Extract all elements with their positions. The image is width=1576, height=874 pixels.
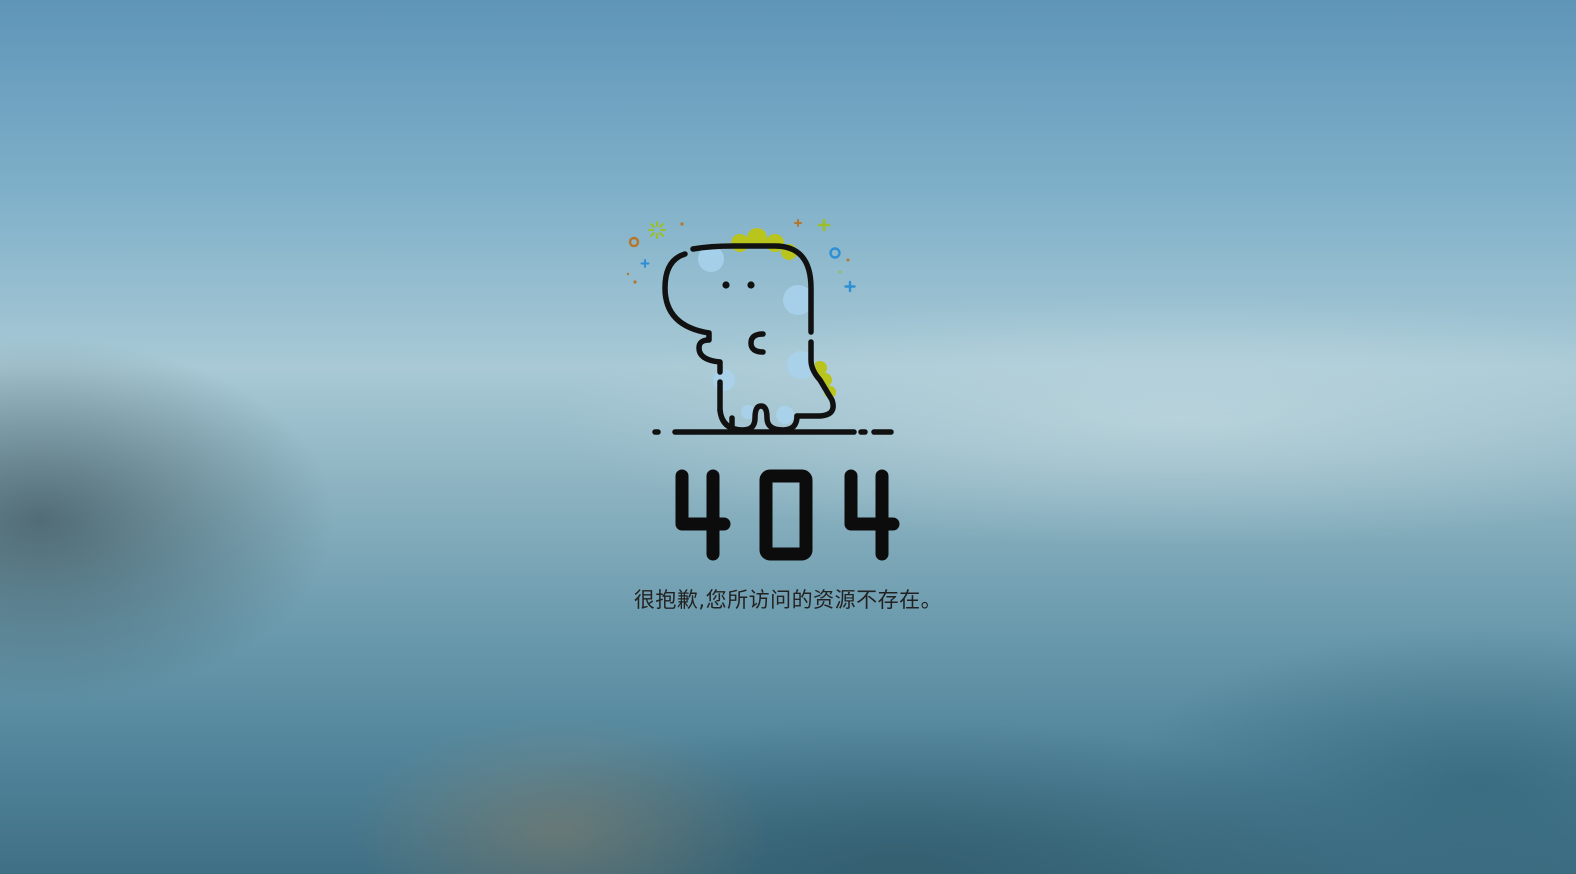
dinosaur-outline [652,243,894,435]
error-code: 404 [0,462,1576,576]
sparkle-icons [626,218,856,293]
error-page: 404 很抱歉,您所访问的资源不存在。 [0,0,1576,874]
spikes [731,228,836,398]
error-message: 很抱歉,您所访问的资源不存在。 [633,588,943,612]
dinosaur-eyes [722,281,755,289]
error-code-digits: 404 [675,469,900,561]
dinosaur-icon [626,218,894,435]
